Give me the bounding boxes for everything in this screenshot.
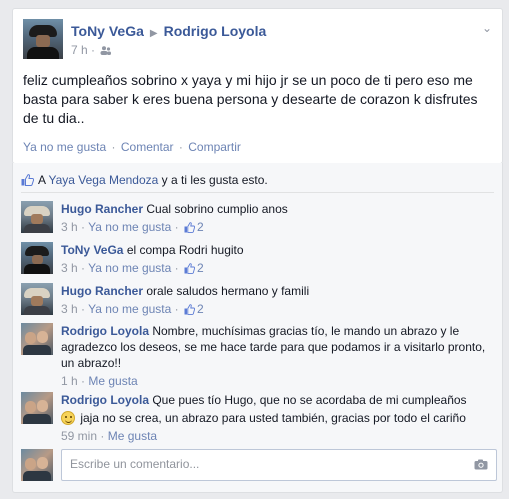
comment-text: el compa Rodri hugito: [126, 243, 244, 257]
like-count-icon: [184, 222, 196, 233]
comment-author[interactable]: ToNy VeGa: [61, 243, 123, 257]
likers-link[interactable]: Yaya Vega Mendoza: [48, 173, 158, 187]
post-card: ToNy VeGa ▶ Rodrigo Loyola 7 h · ⌄ feliz c…: [12, 8, 503, 164]
comment-time[interactable]: 3 h: [61, 302, 78, 316]
comments-section: A Yaya Vega Mendoza y a ti les gusta est…: [12, 163, 503, 493]
comment-meta: 59 min · Me gusta: [61, 429, 158, 443]
arrow-icon: ▶: [149, 28, 158, 39]
avatar[interactable]: [21, 242, 53, 274]
post-actions: Ya no me gusta · Comentar · Compartir: [23, 140, 241, 154]
comment-meta: 3 h · Ya no me gusta · 2: [61, 220, 204, 234]
comment-author[interactable]: Rodrigo Loyola: [61, 393, 149, 407]
comment-placeholder: Escribe un comentario...: [70, 457, 200, 471]
comment-meta: 1 h · Me gusta: [61, 374, 138, 388]
author-avatar[interactable]: [23, 19, 63, 59]
comment-text: orale saludos hermano y famili: [146, 284, 310, 298]
avatar[interactable]: [21, 283, 53, 315]
author-name[interactable]: ToNy VeGa: [71, 23, 144, 39]
comment-meta: 3 h · Ya no me gusta · 2: [61, 302, 204, 316]
comment-composer: Escribe un comentario...: [21, 448, 497, 482]
unlike-link[interactable]: Ya no me gusta: [88, 220, 171, 234]
comment-text: Cual sobrino cumplio anos: [146, 202, 288, 216]
unlike-link[interactable]: Ya no me gusta: [88, 261, 171, 275]
chevron-down-icon[interactable]: ⌄: [482, 21, 492, 35]
like-count-icon: [184, 263, 196, 274]
avatar: [21, 449, 53, 481]
audience-icon[interactable]: [100, 46, 112, 55]
like-count[interactable]: 2: [197, 302, 204, 316]
unlike-link[interactable]: Ya no me gusta: [23, 140, 106, 154]
comment-author[interactable]: Rodrigo Loyola: [61, 324, 149, 338]
like-link[interactable]: Me gusta: [88, 374, 137, 388]
recipient-name[interactable]: Rodrigo Loyola: [164, 23, 267, 39]
avatar[interactable]: [21, 323, 53, 355]
post-time[interactable]: 7 h: [71, 43, 88, 57]
unlike-link[interactable]: Ya no me gusta: [88, 302, 171, 316]
comment-time[interactable]: 3 h: [61, 220, 78, 234]
comment-link[interactable]: Comentar: [121, 140, 174, 154]
comment-text: Que pues tío Hugo, que no se acordaba de…: [152, 393, 467, 407]
comment-text-continued: jaja no se crea, un abrazo para usted ta…: [80, 411, 466, 425]
smile-emoji-icon: [61, 411, 75, 425]
like-link[interactable]: Me gusta: [108, 429, 157, 443]
share-link[interactable]: Compartir: [188, 140, 241, 154]
avatar[interactable]: [21, 392, 53, 424]
comment-time[interactable]: 59 min: [61, 429, 97, 443]
avatar[interactable]: [21, 201, 53, 233]
comment-time[interactable]: 3 h: [61, 261, 78, 275]
likes-summary: A Yaya Vega Mendoza y a ti les gusta est…: [21, 172, 268, 187]
like-count-icon: [184, 304, 196, 315]
comment-input[interactable]: Escribe un comentario...: [61, 449, 497, 481]
post-text: feliz cumpleaños sobrino x yaya y mi hij…: [23, 72, 478, 126]
comment-meta: 3 h · Ya no me gusta · 2: [61, 261, 204, 275]
post-header: ToNy VeGa ▶ Rodrigo Loyola: [71, 23, 266, 39]
comment-author[interactable]: Hugo Rancher: [61, 284, 143, 298]
like-count[interactable]: 2: [197, 220, 204, 234]
like-count[interactable]: 2: [197, 261, 204, 275]
thumbs-up-icon: [21, 174, 34, 186]
divider: [21, 192, 494, 193]
camera-icon[interactable]: [474, 459, 488, 470]
comment-time[interactable]: 1 h: [61, 374, 78, 388]
post-meta: 7 h ·: [71, 43, 112, 57]
comment-author[interactable]: Hugo Rancher: [61, 202, 143, 216]
